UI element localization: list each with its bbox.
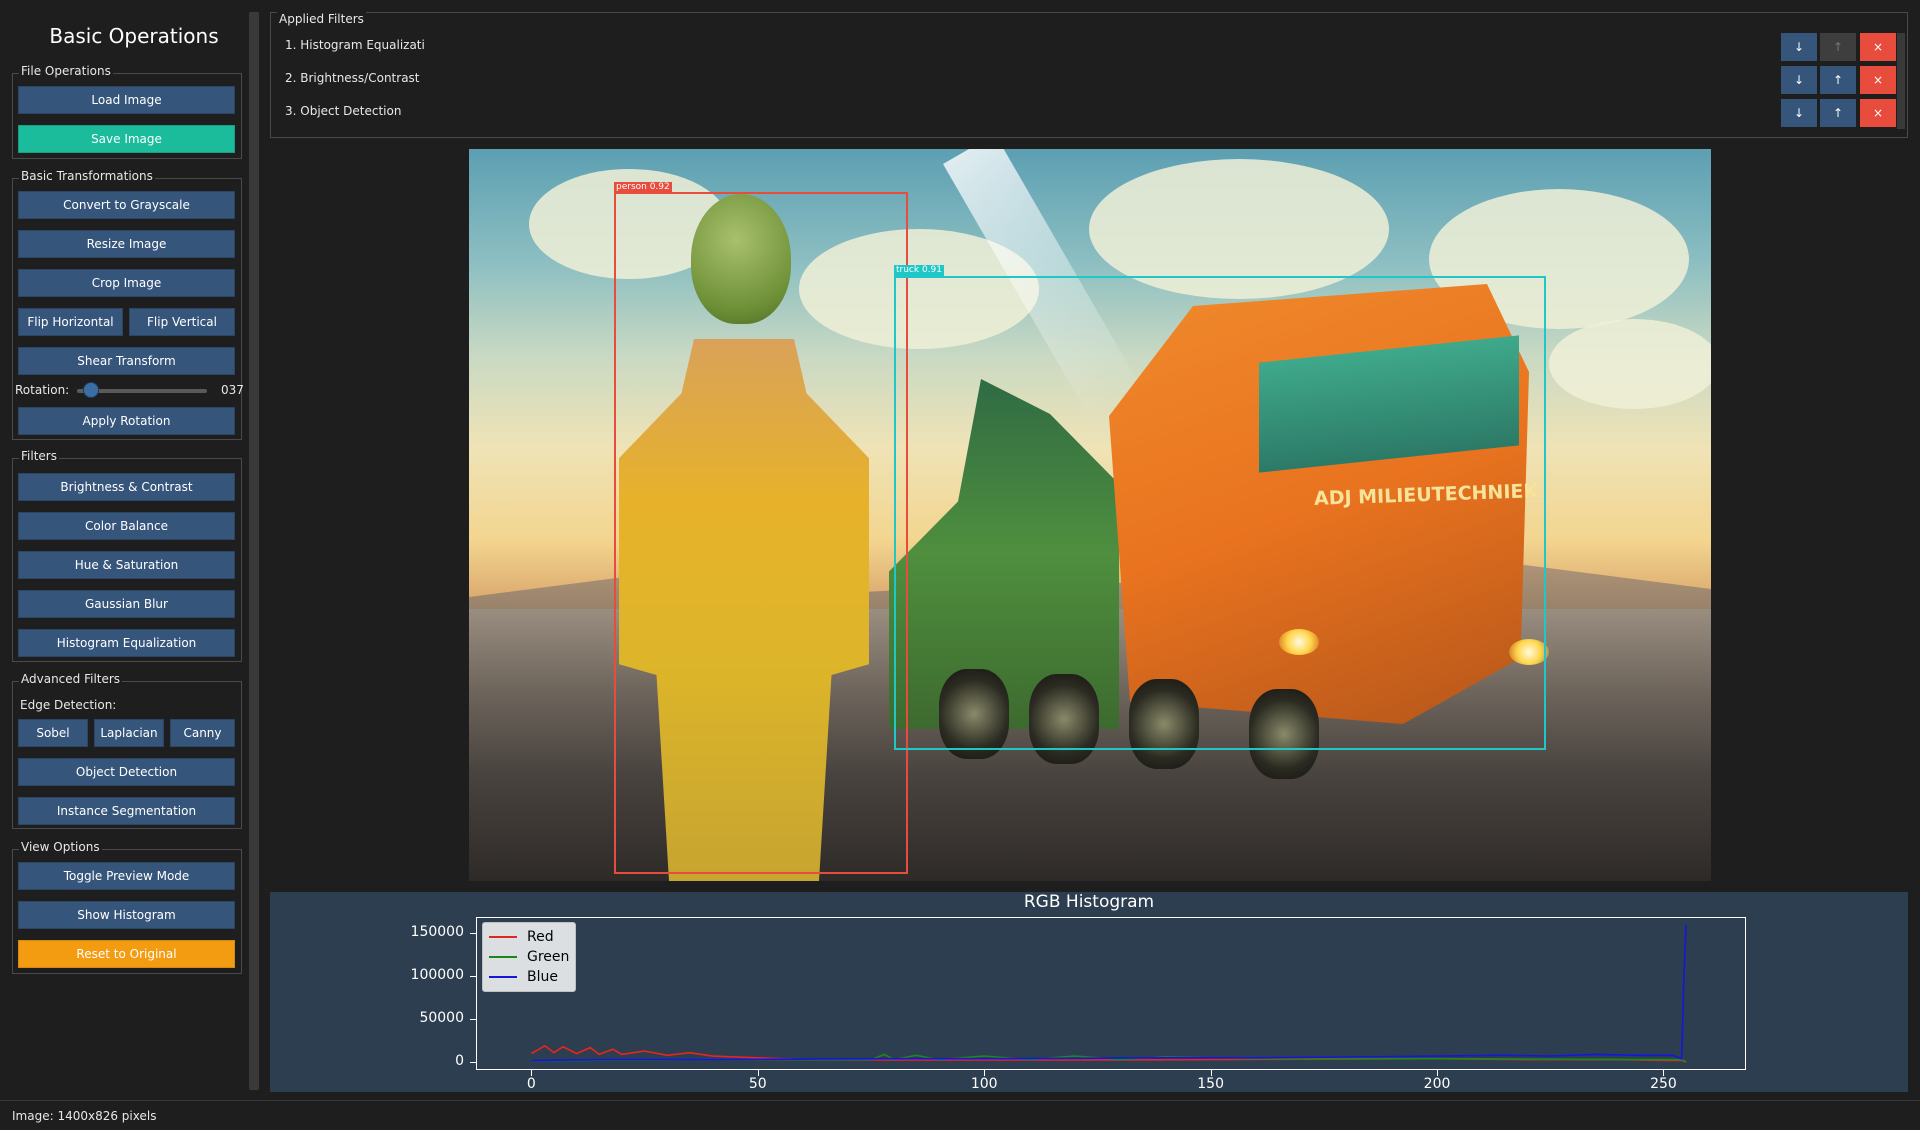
rotation-label: Rotation: — [15, 383, 70, 397]
applied-filters-scrollbar[interactable] — [1897, 33, 1905, 129]
histogram-line-blue — [531, 924, 1687, 1062]
applied-filter-label: 2. Brightness/Contrast — [285, 71, 420, 85]
move-down-button[interactable]: ↓ — [1781, 66, 1817, 94]
toggle-preview-button[interactable]: Toggle Preview Mode — [18, 862, 235, 890]
sidebar-scrollbar[interactable] — [249, 12, 259, 1090]
move-up-button: ↑ — [1820, 33, 1856, 61]
x-tick-label: 200 — [1423, 1076, 1451, 1092]
histogram-legend: Red Green Blue — [482, 922, 576, 992]
apply-rotation-button[interactable]: Apply Rotation — [18, 407, 235, 435]
legend-label-red: Red — [527, 929, 554, 945]
legend-swatch-green — [489, 956, 517, 958]
x-tick-mark — [1437, 1070, 1439, 1076]
person-detection-label: person 0.92 — [614, 182, 672, 193]
cloud — [1549, 319, 1711, 409]
remove-filter-button[interactable]: × — [1860, 66, 1896, 94]
flip-horizontal-button[interactable]: Flip Horizontal — [18, 308, 123, 336]
advanced-filters-group: Advanced Filters Edge Detection: Sobel L… — [12, 672, 242, 829]
y-tick-label: 100000 — [410, 967, 464, 984]
x-tick-label: 0 — [526, 1076, 536, 1092]
brightness-contrast-button[interactable]: Brightness & Contrast — [18, 473, 235, 501]
basic-transformations-group: Basic Transformations Convert to Graysca… — [12, 169, 244, 440]
x-tick-label: 100 — [970, 1076, 998, 1092]
histogram-equalization-button[interactable]: Histogram Equalization — [18, 629, 235, 657]
y-tick-label: 50000 — [419, 1010, 464, 1027]
filters-label: Filters — [19, 449, 59, 463]
view-options-label: View Options — [19, 840, 102, 854]
rotation-value: 037 — [221, 383, 244, 397]
file-operations-label: File Operations — [19, 64, 113, 78]
sobel-button[interactable]: Sobel — [18, 719, 88, 747]
applied-filter-label: 3. Object Detection — [285, 104, 402, 118]
move-down-button[interactable]: ↓ — [1781, 33, 1817, 61]
status-bar: Image: 1400x826 pixels — [0, 1100, 1920, 1130]
grayscale-button[interactable]: Convert to Grayscale — [18, 191, 235, 219]
move-up-button[interactable]: ↑ — [1820, 99, 1856, 127]
load-image-button[interactable]: Load Image — [18, 86, 235, 114]
instance-segmentation-button[interactable]: Instance Segmentation — [18, 797, 235, 825]
view-options-group: View Options Toggle Preview Mode Show Hi… — [12, 840, 242, 974]
move-down-button[interactable]: ↓ — [1781, 99, 1817, 127]
basic-transformations-label: Basic Transformations — [19, 169, 155, 183]
x-tick-label: 250 — [1650, 1076, 1677, 1092]
remove-filter-button[interactable]: × — [1860, 99, 1896, 127]
hue-saturation-button[interactable]: Hue & Saturation — [18, 551, 235, 579]
x-tick-label: 50 — [748, 1076, 767, 1092]
legend-item-blue: Blue — [489, 969, 558, 985]
legend-swatch-blue — [489, 976, 517, 978]
file-operations-group: File Operations Load Image Save Image — [12, 64, 242, 159]
truck-detection-label: truck 0.91 — [894, 265, 944, 276]
gaussian-blur-button[interactable]: Gaussian Blur — [18, 590, 235, 618]
x-tick-mark — [531, 1070, 533, 1076]
sidebar: Basic Operations File Operations Load Im… — [0, 0, 248, 1100]
object-detection-button[interactable]: Object Detection — [18, 758, 235, 786]
crop-image-button[interactable]: Crop Image — [18, 269, 235, 297]
image-preview: ADJ MILIEUTECHNIEK person 0.92 truck 0.9… — [469, 149, 1711, 881]
applied-filters-panel: Applied Filters 1. Histogram Equalizati ↓… — [270, 12, 1908, 138]
legend-label-green: Green — [527, 949, 570, 965]
shear-transform-button[interactable]: Shear Transform — [18, 347, 235, 375]
x-tick-mark — [1210, 1070, 1212, 1076]
advanced-filters-label: Advanced Filters — [19, 672, 123, 686]
person-detection-box — [614, 192, 908, 874]
laplacian-button[interactable]: Laplacian — [94, 719, 164, 747]
reset-to-original-button[interactable]: Reset to Original — [18, 940, 235, 968]
x-tick-mark — [1663, 1070, 1665, 1076]
color-balance-button[interactable]: Color Balance — [18, 512, 235, 540]
save-image-button[interactable]: Save Image — [18, 125, 235, 153]
flip-vertical-button[interactable]: Flip Vertical — [129, 308, 235, 336]
applied-filter-label: 1. Histogram Equalizati — [285, 38, 425, 52]
x-tick-mark — [984, 1070, 986, 1076]
histogram-svg — [530, 924, 1687, 1063]
filters-group: Filters Brightness & Contrast Color Bala… — [12, 449, 242, 662]
remove-filter-button[interactable]: × — [1860, 33, 1896, 61]
histogram-title: RGB Histogram — [1023, 892, 1155, 912]
legend-label-blue: Blue — [527, 969, 558, 985]
canny-button[interactable]: Canny — [170, 719, 235, 747]
x-tick-label: 150 — [1197, 1076, 1224, 1092]
x-tick-mark — [757, 1070, 759, 1076]
rotation-slider-handle[interactable] — [83, 382, 100, 398]
applied-filters-title: Applied Filters — [277, 12, 366, 26]
legend-swatch-red — [489, 936, 517, 938]
sidebar-title: Basic Operations — [49, 24, 219, 48]
move-up-button[interactable]: ↑ — [1820, 66, 1856, 94]
legend-item-green: Green — [489, 949, 569, 965]
legend-item-red: Red — [489, 929, 554, 945]
show-histogram-button[interactable]: Show Histogram — [18, 901, 235, 929]
resize-image-button[interactable]: Resize Image — [18, 230, 235, 258]
histogram-plot-area — [476, 917, 1746, 1070]
y-tick-label: 0 — [455, 1053, 464, 1070]
edge-detection-label: Edge Detection: — [20, 698, 117, 712]
truck-detection-box — [894, 276, 1546, 750]
y-tick-label: 150000 — [410, 924, 464, 941]
status-text: Image: 1400x826 pixels — [12, 1109, 157, 1123]
